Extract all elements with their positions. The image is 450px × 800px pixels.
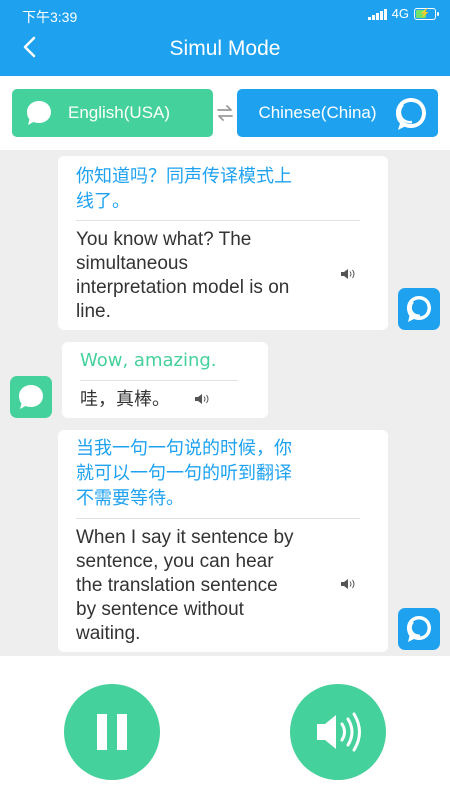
chat-bubble-icon — [407, 296, 431, 322]
message-card: 当我一句一句说的时候，你 就可以一句一句的听到翻译 不需要等待。 When I … — [58, 430, 388, 652]
message-card: Wow, amazing. 哇，真棒。 — [62, 342, 268, 418]
bottom-controls — [0, 656, 450, 800]
target-language-label: Chinese(China) — [258, 103, 377, 122]
battery-icon: ⚡ — [414, 7, 439, 20]
network-label: 4G — [391, 6, 409, 21]
language-bar: English(USA) Chinese(China) — [0, 76, 450, 150]
speaker-icon[interactable] — [340, 268, 356, 280]
speaker-icon[interactable] — [194, 393, 210, 405]
status-time: 下午3:39 — [22, 9, 78, 25]
chat-bubble-icon — [27, 101, 51, 125]
translation-text: You know what? The simultaneous interpre… — [76, 229, 290, 322]
translation-text: 哇，真棒。 — [80, 389, 170, 409]
swap-arrows-icon[interactable] — [215, 104, 235, 122]
target-language-button[interactable]: Chinese(China) — [237, 89, 438, 137]
source-text: 当我一句一句说的时候，你 就可以一句一句的听到翻译 不需要等待。 — [76, 438, 292, 509]
speaker-avatar-chinese — [398, 288, 440, 330]
app-header: 下午3:39 4G ⚡ Simul Mode — [0, 0, 450, 76]
status-indicators: 4G ⚡ — [367, 6, 439, 21]
volume-icon — [317, 712, 361, 752]
chat-bubble-icon — [396, 98, 426, 130]
status-bar: 下午3:39 4G ⚡ — [0, 0, 450, 30]
source-language-label: English(USA) — [68, 103, 171, 122]
volume-button[interactable] — [290, 684, 386, 780]
translation-text: When I say it sentence by sentence, you … — [76, 527, 294, 644]
speaker-avatar-english — [10, 376, 52, 418]
page-title: Simul Mode — [169, 37, 281, 60]
signal-icon — [367, 8, 387, 20]
chat-bubble-icon — [407, 616, 431, 642]
source-language-button[interactable]: English(USA) — [12, 89, 213, 137]
message-card: 你知道吗？同声传译模式上 线了。 You know what? The simu… — [58, 156, 388, 330]
source-text: Wow, amazing. — [80, 350, 217, 371]
speaker-icon[interactable] — [340, 578, 356, 590]
speaker-avatar-chinese — [398, 608, 440, 650]
source-text: 你知道吗？同声传译模式上 线了。 — [76, 166, 292, 212]
chat-bubble-icon — [19, 385, 43, 409]
pause-button[interactable] — [64, 684, 160, 780]
pause-icon — [97, 714, 127, 750]
conversation-area[interactable]: 你知道吗？同声传译模式上 线了。 You know what? The simu… — [0, 150, 450, 656]
